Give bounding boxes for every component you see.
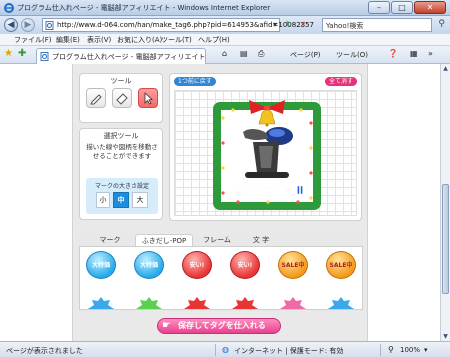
clear-all-button[interactable]: 全て消す [324,77,357,86]
size-large-button[interactable]: 大 [132,192,148,208]
tab-speech-bubble-pop[interactable]: ふきだし-POP [135,234,193,246]
save-button-label: 保存してタグを仕入れる [178,321,266,330]
home-icon[interactable]: ⌂ [222,49,227,58]
stamp-bargain-blue-2[interactable]: 大特価 [134,251,164,279]
tab-current[interactable]: プログラム仕入れページ - 電脳部アフィリエイト [36,48,206,64]
zoom-icon[interactable]: ⚲ [388,345,394,354]
size-medium-button[interactable]: 中 [113,192,129,208]
stamp-bargain-blue-1[interactable]: 大特価 [86,251,116,279]
window-controls: – □ ✕ [368,1,446,15]
status-text: ページが表示されました [6,347,83,355]
stamp-blue-burst-1[interactable] [86,293,116,310]
address-bar-row: ◀ ▶ http://www.d-064.com/han/make_tag6.p… [0,16,450,34]
globe-icon: ◍ [222,345,229,354]
tag-editor: ツール 選択ツール 描いた線や図柄を移動させることができます マークの大きさ設定… [72,64,368,341]
select-panel-title: 選択ツール [103,132,139,140]
search-icon[interactable]: ⚲ [438,19,445,29]
tab-frame[interactable]: フレーム [193,234,241,246]
search-field[interactable]: Yahoo!検索 ⚲ [322,18,445,32]
vertical-scrollbar[interactable]: ▲ ▼ [440,64,450,341]
menu-bar: ファイル(F) 編集(E) 表示(V) お気に入り(A) ツール(T) ヘルプ(… [0,34,450,46]
address-dropdown-icon[interactable]: ▾ [273,20,277,29]
stamp-category-tabs: マーク ふきだし-POP フレーム 文 字 [79,234,363,246]
zoom-dropdown-icon[interactable]: ▾ [424,346,428,354]
tool-panel: ツール [79,73,163,123]
tool-panel-title: ツール [110,77,132,85]
page-icon [45,21,54,30]
tab-bar: ★ ✚ プログラム仕入れページ - 電脳部アフィリエイト ⌂ ▤ ⎙ ページ(P… [0,46,450,64]
tab-mark[interactable]: マーク [85,234,135,246]
stop-icon[interactable]: ✕ [297,19,309,31]
christmas-frame-artwork[interactable]: ロデオボーイⅡ [213,98,321,210]
artwork-title: ロデオボーイⅡ [230,183,303,197]
toolbar-more-icon[interactable]: » [428,49,433,58]
stamp-pink-burst[interactable] [278,293,308,310]
minimize-button[interactable]: – [368,1,390,14]
tab-page-icon [40,52,49,61]
tab-label: プログラム仕入れページ - 電脳部アフィリエイト [52,53,206,61]
eraser-icon [116,93,128,105]
stamp-red-burst-2[interactable] [230,293,260,310]
status-bar: ページが表示されました ◍ インターネット | 保護モード: 有効 ⚲ 100%… [0,341,450,357]
undo-button[interactable]: 1つ前に戻す [174,77,216,86]
add-favorites-icon[interactable]: ✚ [18,49,26,59]
stamp-cheap-red-1[interactable]: 安い! [182,251,212,279]
page-menu[interactable]: ページ(P) [290,50,321,60]
maximize-button[interactable]: □ [391,1,413,14]
mark-size-label: マークの大きさ設定 [94,183,149,190]
select-tool-panel: 選択ツール 描いた線や図柄を移動させることができます マークの大きさ設定 小 中… [79,128,163,220]
feeds-icon[interactable]: ▤ [240,49,248,58]
eraser-tool-button[interactable] [112,88,132,108]
menu-file[interactable]: ファイル(F) [14,35,52,45]
page-viewport: ツール 選択ツール 描いた線や図柄を移動させることができます マークの大きさ設定… [0,64,440,341]
canvas-panel: 1つ前に戻す 全て消す ロデオボーイⅡ [169,73,362,221]
pencil-tool-button[interactable] [86,88,106,108]
stamp-palette: 大特価 大特価 安い! 安い! SALE中 SALE中 [79,246,363,310]
search-placeholder: Yahoo!検索 [326,22,364,30]
forward-button[interactable]: ▶ [21,18,35,32]
favorites-star-icon[interactable]: ★ [4,49,13,59]
scroll-up-icon[interactable]: ▲ [441,64,450,73]
stamp-sale-orange-1[interactable]: SALE中 [278,251,308,279]
menu-edit[interactable]: 編集(E) [56,35,80,45]
status-divider [215,344,216,356]
arrow-cursor-icon [144,92,153,105]
security-zone: インターネット | 保護モード: 有効 [234,347,344,355]
menu-help[interactable]: ヘルプ(H) [198,35,230,45]
tools-menu[interactable]: ツール(O) [336,50,368,60]
select-tool-description: 描いた線や図柄を移動させることができます [86,143,158,160]
refresh-icon[interactable]: ↻ [283,19,295,31]
window-titlebar: プログラム仕入れページ - 電脳部アフィリエイト - Windows Inter… [0,0,450,16]
scrollbar-thumb[interactable] [442,184,449,294]
pointing-hand-icon: ☛ [162,320,171,331]
menu-view[interactable]: 表示(V) [87,35,111,45]
stamp-cheap-red-2[interactable]: 安い! [230,251,260,279]
window-title: プログラム仕入れページ - 電脳部アフィリエイト - Windows Inter… [17,4,271,12]
pencil-icon [90,94,102,105]
print-icon[interactable]: ⎙ [258,49,264,59]
stamp-blue-burst-2[interactable] [326,293,356,310]
mark-size-box: マークの大きさ設定 小 中 大 [86,178,158,214]
stamp-red-burst-1[interactable] [182,293,212,310]
close-window-button[interactable]: ✕ [414,1,446,14]
tab-text[interactable]: 文 字 [241,234,281,246]
drawing-canvas[interactable]: ロデオボーイⅡ [174,90,357,216]
select-tool-button[interactable] [138,88,158,108]
back-button[interactable]: ◀ [4,18,18,32]
zoom-level[interactable]: 100% [400,346,420,354]
stamp-sale-orange-2[interactable]: SALE中 [326,251,356,279]
scroll-down-icon[interactable]: ▼ [441,332,450,341]
size-small-button[interactable]: 小 [96,192,110,208]
stamp-green-burst[interactable] [134,293,164,310]
status-divider-2 [380,344,381,356]
help-icon[interactable]: ❓ [388,49,398,58]
menu-tools[interactable]: ツール(T) [161,35,192,45]
menu-favorites[interactable]: お気に入り(A) [117,35,162,45]
save-and-get-tag-button[interactable]: ☛ 保存してタグを仕入れる [157,318,281,334]
research-icon[interactable]: ▦ [410,49,418,58]
address-field[interactable]: http://www.d-064.com/han/make_tag6.php?p… [42,18,314,32]
ie-logo-icon [4,3,14,13]
